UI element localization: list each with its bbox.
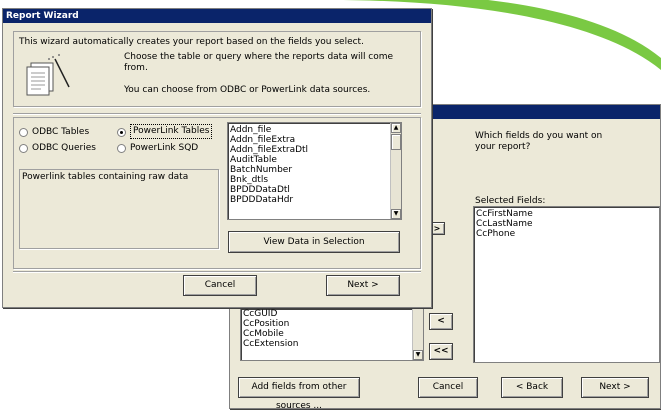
tables-list[interactable]: Addn_file Addn_fileExtra Addn_fileExtraD… [227, 122, 402, 220]
separator [13, 271, 421, 273]
selected-fields-list[interactable]: CcFirstName CcLastName CcPhone [473, 206, 660, 363]
report-wizard-titlebar: Report Wizard [3, 9, 431, 23]
selected-fields-label: Selected Fields: [475, 196, 546, 206]
selected-field-item[interactable]: CcLastName [474, 219, 659, 229]
available-field-item[interactable]: CcMobile [241, 329, 423, 339]
powerlink-sqd-radio[interactable] [117, 144, 126, 153]
odbc-queries-radio[interactable] [19, 144, 28, 153]
selected-field-item[interactable]: CcFirstName [474, 209, 659, 219]
back-button[interactable]: < Back [501, 377, 563, 398]
choose-table-text: Choose the table or query where the repo… [124, 52, 394, 73]
scroll-up-arrow-icon[interactable]: ▲ [391, 123, 401, 133]
powerlink-tables-label[interactable]: PowerLink Tables [130, 124, 213, 139]
available-field-item[interactable]: CcExtension [241, 339, 423, 349]
wizard-next-button[interactable]: Next > [326, 275, 400, 296]
odbc-tables-radio[interactable] [19, 128, 28, 137]
powerlink-sqd-label[interactable]: PowerLink SQD [130, 143, 198, 154]
table-list-item[interactable]: BPDDDataDtl [228, 185, 401, 195]
description-box: Powerlink tables containing raw data [19, 169, 219, 249]
table-list-item[interactable]: Bnk_dtls [228, 175, 401, 185]
scroll-thumb[interactable] [391, 134, 401, 150]
table-list-item[interactable]: AuditTable [228, 155, 401, 165]
available-fields-list[interactable]: CcGUID CcPosition CcMobile CcExtension ▼ [240, 308, 424, 361]
selected-field-item[interactable]: CcPhone [474, 229, 659, 239]
field-dialog-next-button[interactable]: Next > [581, 377, 649, 398]
table-list-item[interactable]: BatchNumber [228, 165, 401, 175]
table-list-item[interactable]: BPDDDataHdr [228, 195, 401, 205]
table-list-item[interactable]: Addn_fileExtraDtl [228, 145, 401, 155]
odbc-tables-label[interactable]: ODBC Tables [32, 127, 89, 138]
move-all-left-button[interactable]: << [429, 343, 453, 360]
separator [13, 113, 421, 115]
available-fields-scrollbar[interactable]: ▼ [412, 309, 423, 360]
powerlink-tables-radio[interactable] [117, 128, 126, 137]
available-field-item[interactable]: CcPosition [241, 319, 423, 329]
add-fields-other-sources-button[interactable]: Add fields from other sources ... [238, 377, 360, 411]
report-wizard-dialog: Report Wizard This wizard automatically … [2, 8, 432, 308]
report-wizard-icon [26, 54, 70, 96]
odbc-queries-label[interactable]: ODBC Queries [32, 143, 96, 154]
field-dialog-cancel-button[interactable]: Cancel [418, 377, 478, 398]
table-list-item[interactable]: Addn_fileExtra [228, 135, 401, 145]
description-text: Powerlink tables containing raw data [22, 172, 189, 182]
wizard-cancel-button[interactable]: Cancel [183, 275, 257, 296]
table-list-item[interactable]: Addn_file [228, 125, 401, 135]
tables-scrollbar[interactable]: ▲ ▼ [390, 123, 401, 219]
intro-text: This wizard automatically creates your r… [19, 37, 364, 47]
view-data-button[interactable]: View Data in Selection [228, 231, 400, 253]
fields-question: Which fields do you want on your report? [475, 131, 603, 152]
data-sources-text: You can choose from ODBC or PowerLink da… [124, 85, 371, 95]
move-one-left-button[interactable]: < [429, 313, 453, 330]
scroll-down-arrow-icon[interactable]: ▼ [391, 209, 401, 219]
available-field-item[interactable]: CcGUID [241, 309, 423, 319]
scroll-down-arrow-icon[interactable]: ▼ [413, 350, 423, 360]
